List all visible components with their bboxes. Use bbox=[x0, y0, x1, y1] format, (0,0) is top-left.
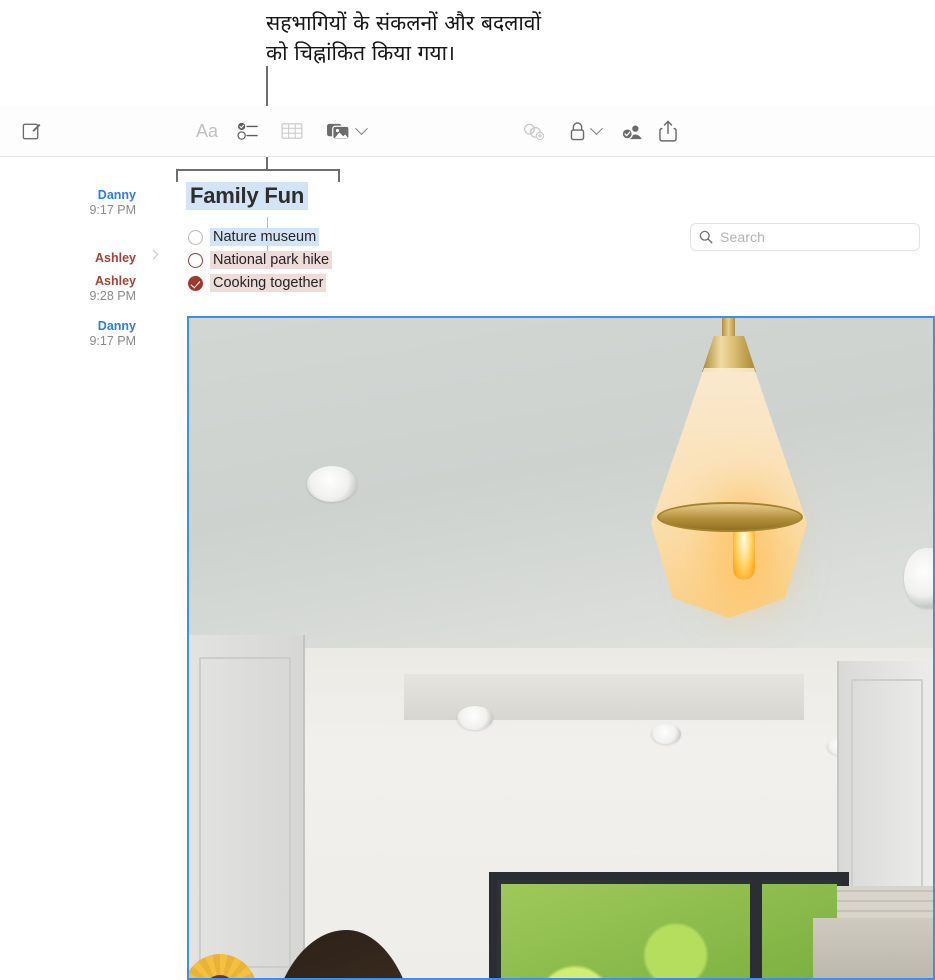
format-label: Aa bbox=[195, 120, 219, 141]
media-button[interactable] bbox=[323, 116, 353, 146]
checklist-button[interactable] bbox=[234, 116, 262, 146]
recessed-light bbox=[307, 466, 357, 502]
checklist-item-label: Nature museum bbox=[210, 228, 320, 246]
compose-button[interactable] bbox=[18, 116, 44, 146]
checklist-icon bbox=[237, 122, 258, 140]
collaborate-icon bbox=[621, 124, 642, 140]
checkbox-unchecked-icon[interactable] bbox=[188, 229, 203, 245]
checkbox-unchecked-icon[interactable] bbox=[188, 252, 203, 268]
kitchen-window bbox=[489, 872, 849, 978]
lock-button[interactable] bbox=[566, 116, 588, 146]
checklist-item[interactable]: National park hike bbox=[188, 249, 333, 271]
media-chevron-button[interactable] bbox=[354, 116, 368, 146]
attribution-name: Ashley bbox=[95, 274, 136, 288]
table-button[interactable] bbox=[278, 116, 306, 146]
chevron-down-icon bbox=[589, 121, 603, 135]
checklist-item-label: National park hike bbox=[210, 251, 333, 269]
callout-text: सहभागियों के संकलनों और बदलावों को चिह्न… bbox=[266, 11, 541, 65]
share-icon bbox=[659, 120, 677, 142]
attribution-danny-1[interactable]: Danny 9:17 PM bbox=[52, 188, 136, 218]
lock-icon bbox=[570, 121, 584, 140]
counter bbox=[813, 918, 933, 978]
attribution-danny-2[interactable]: Danny 9:17 PM bbox=[52, 319, 136, 349]
attribution-time: 9:17 PM bbox=[89, 334, 136, 348]
attribution-time: 9:28 PM bbox=[89, 289, 136, 303]
attribution-name: Danny bbox=[97, 319, 136, 333]
checklist-item[interactable]: Nature museum bbox=[188, 226, 332, 248]
ceiling bbox=[189, 318, 933, 662]
checkbox-checked-icon[interactable] bbox=[188, 275, 203, 291]
share-button[interactable] bbox=[656, 116, 680, 146]
attribution-name: Danny bbox=[97, 188, 136, 202]
callout-bracket bbox=[176, 169, 340, 182]
toolbar: Aa Search bbox=[0, 106, 935, 257]
recessed-light bbox=[651, 724, 681, 744]
format-button[interactable]: Aa bbox=[193, 116, 221, 146]
family-kitchen-photo bbox=[189, 318, 933, 978]
compose-icon bbox=[22, 123, 40, 139]
add-link-button[interactable] bbox=[521, 116, 547, 146]
window-mullion bbox=[750, 880, 762, 978]
collaborate-button[interactable] bbox=[619, 116, 645, 146]
chevron-down-icon bbox=[354, 121, 368, 135]
pendant-band bbox=[657, 502, 803, 532]
note-photo-attachment[interactable] bbox=[187, 316, 935, 980]
notes-window: सहभागियों के संकलनों और बदलावों को चिह्न… bbox=[0, 0, 935, 980]
search-field[interactable]: Search bbox=[690, 223, 920, 251]
note-checklist: Nature museum National park hike Cooking… bbox=[188, 226, 333, 295]
attribution-time: 9:17 PM bbox=[89, 203, 136, 217]
left-cabinet bbox=[189, 634, 305, 978]
table-icon bbox=[281, 123, 303, 139]
search-icon bbox=[699, 230, 713, 244]
attribution-ashley-1[interactable]: Ashley bbox=[52, 251, 136, 266]
lock-chevron-button[interactable] bbox=[589, 116, 603, 146]
attribution-ashley-2[interactable]: Ashley 9:28 PM bbox=[52, 274, 136, 304]
checklist-item[interactable]: Cooking together bbox=[188, 272, 332, 294]
chevron-right-icon[interactable] bbox=[148, 249, 159, 260]
note-title[interactable]: Family Fun bbox=[186, 182, 309, 210]
window-foliage bbox=[501, 884, 837, 978]
search-placeholder: Search bbox=[720, 229, 765, 245]
checklist-item-label: Cooking together bbox=[210, 274, 327, 292]
link-add-icon bbox=[523, 123, 545, 141]
recessed-light bbox=[457, 706, 493, 730]
media-icon bbox=[326, 123, 350, 140]
attribution-name: Ashley bbox=[95, 251, 136, 265]
